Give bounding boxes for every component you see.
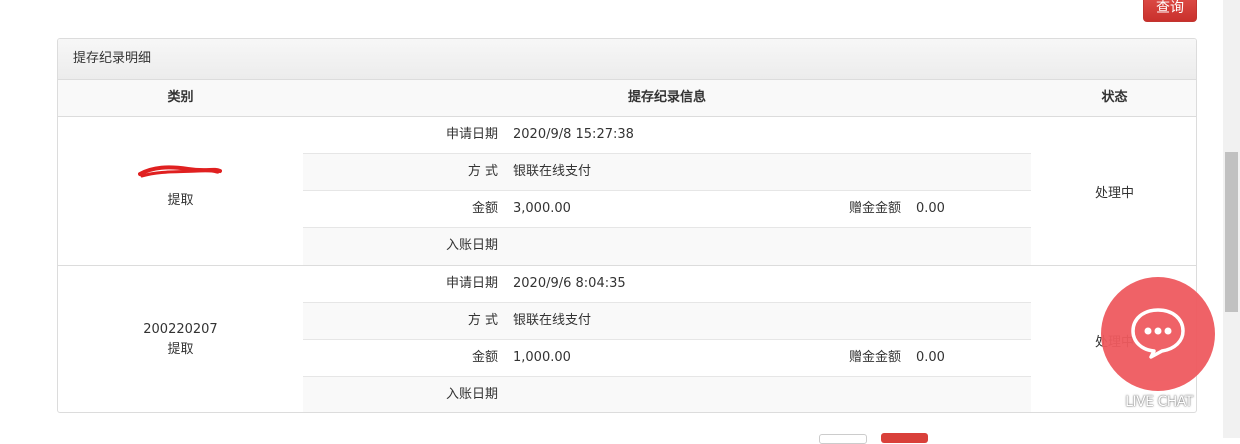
table-row: 200220207 提取 申请日期 2020/9/6 8:04:35 方 式 银…: [58, 266, 1196, 412]
header-status: 状态: [1101, 90, 1128, 105]
amount-label: 金额: [471, 201, 498, 216]
method-row: 方 式 银联在线支付: [303, 303, 1031, 340]
status-text: 处理中: [1094, 185, 1134, 201]
chat-bubble-icon: [1131, 308, 1185, 359]
post-date-label: 入账日期: [445, 387, 498, 402]
amount-label: 金额: [471, 350, 498, 365]
panel-title: 提存纪录明细: [58, 39, 1196, 80]
apply-date-label: 申请日期: [445, 127, 498, 142]
pagination-submit-button[interactable]: [881, 433, 928, 443]
page-scrollbar[interactable]: [1223, 0, 1240, 438]
record-type-cell: 提取: [58, 117, 303, 265]
apply-date-value: 2020/9/6 8:04:35: [513, 276, 626, 291]
live-chat-button[interactable]: [1101, 277, 1215, 391]
table-row: 提取 申请日期 2020/9/8 15:27:38 方 式 银联在线支付 金额 …: [58, 117, 1196, 266]
header-type: 类别: [167, 90, 194, 105]
amount-value: 3,000.00: [513, 201, 571, 216]
table-header: 类别 提存纪录信息 状态: [58, 80, 1196, 117]
bonus-label: 赠金金额: [848, 350, 901, 365]
post-date-label: 入账日期: [445, 238, 498, 253]
bonus-value: 0.00: [916, 350, 945, 365]
scrollbar-thumb[interactable]: [1225, 152, 1238, 312]
amount-value: 1,000.00: [513, 350, 571, 365]
header-info: 提存纪录信息: [627, 90, 706, 105]
redaction-scribble: [138, 165, 222, 178]
apply-date-label: 申请日期: [445, 276, 498, 291]
apply-date-row: 申请日期 2020/9/6 8:04:35: [303, 266, 1031, 303]
bonus-label: 赠金金额: [848, 201, 901, 216]
query-button[interactable]: 查询: [1143, 0, 1197, 22]
amount-row: 金额 3,000.00 赠金金额 0.00: [303, 191, 1031, 228]
post-date-row: 入账日期: [303, 228, 1031, 265]
record-type-cell: 200220207 提取: [58, 266, 303, 412]
method-value: 银联在线支付: [513, 313, 592, 328]
deposit-withdraw-records-panel: 提存纪录明细 类别 提存纪录信息 状态 提取 申请日期 2020/9/8 15:…: [57, 38, 1197, 413]
status-cell: 处理中: [1031, 117, 1196, 265]
method-label: 方 式: [467, 164, 498, 179]
live-chat-label[interactable]: LIVE CHAT: [1114, 394, 1204, 410]
pagination-button[interactable]: [819, 434, 867, 444]
method-value: 银联在线支付: [513, 164, 592, 179]
apply-date-value: 2020/9/8 15:27:38: [513, 127, 634, 142]
record-id: 200220207: [143, 322, 218, 337]
record-type: 提取: [167, 342, 194, 357]
method-row: 方 式 银联在线支付: [303, 154, 1031, 191]
apply-date-row: 申请日期 2020/9/8 15:27:38: [303, 117, 1031, 154]
bonus-value: 0.00: [916, 201, 945, 216]
post-date-row: 入账日期: [303, 377, 1031, 412]
amount-row: 金额 1,000.00 赠金金额 0.00: [303, 340, 1031, 377]
method-label: 方 式: [467, 313, 498, 328]
record-type: 提取: [167, 193, 194, 208]
